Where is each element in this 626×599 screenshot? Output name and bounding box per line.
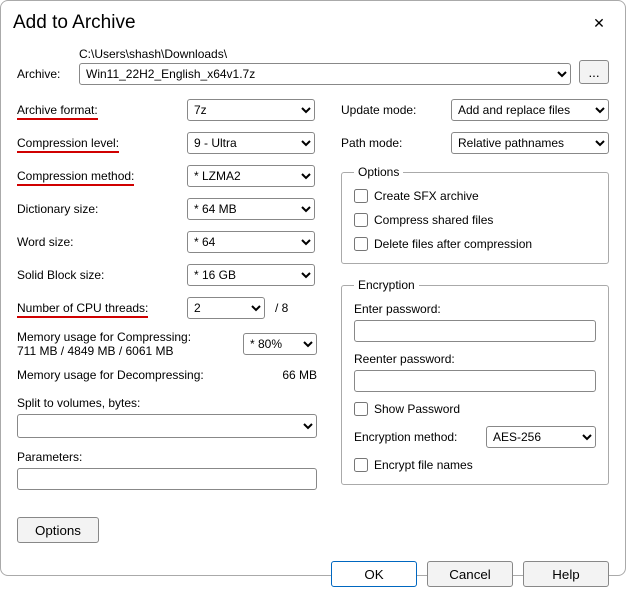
dictionary-size-label: Dictionary size: bbox=[17, 202, 187, 216]
archive-format-select[interactable]: 7z bbox=[187, 99, 315, 121]
compress-shared-checkbox[interactable] bbox=[354, 213, 368, 227]
compression-level-label: Compression level: bbox=[17, 136, 119, 153]
enter-password-label: Enter password: bbox=[354, 302, 596, 316]
encryption-legend: Encryption bbox=[354, 278, 419, 292]
update-mode-select[interactable]: Add and replace files bbox=[451, 99, 609, 121]
parameters-label: Parameters: bbox=[17, 450, 317, 464]
help-button[interactable]: Help bbox=[523, 561, 609, 587]
parameters-input[interactable] bbox=[17, 468, 317, 490]
options-legend: Options bbox=[354, 165, 403, 179]
options-group: Options Create SFX archive Compress shar… bbox=[341, 165, 609, 264]
split-volumes-combo[interactable] bbox=[17, 414, 317, 438]
encrypt-filenames-checkbox[interactable] bbox=[354, 458, 368, 472]
delete-after-checkbox[interactable] bbox=[354, 237, 368, 251]
show-password-label: Show Password bbox=[374, 402, 460, 416]
cpu-threads-select[interactable]: 2 bbox=[187, 297, 265, 319]
window-title: Add to Archive bbox=[13, 12, 136, 34]
path-mode-label: Path mode: bbox=[341, 136, 451, 150]
word-size-label: Word size: bbox=[17, 235, 187, 249]
solid-block-size-label: Solid Block size: bbox=[17, 268, 187, 282]
cpu-threads-label: Number of CPU threads: bbox=[17, 301, 148, 318]
archive-path: C:\Users\shash\Downloads\ bbox=[79, 47, 571, 61]
path-mode-select[interactable]: Relative pathnames bbox=[451, 132, 609, 154]
enter-password-input[interactable] bbox=[354, 320, 596, 342]
cpu-threads-max: / 8 bbox=[275, 301, 288, 315]
mem-compress-detail: 711 MB / 4849 MB / 6061 MB bbox=[17, 344, 243, 358]
encryption-method-label: Encryption method: bbox=[354, 430, 486, 444]
reenter-password-label: Reenter password: bbox=[354, 352, 596, 366]
solid-block-size-select[interactable]: * 16 GB bbox=[187, 264, 315, 286]
encryption-method-select[interactable]: AES-256 bbox=[486, 426, 596, 448]
options-button[interactable]: Options bbox=[17, 517, 99, 543]
mem-compress-label: Memory usage for Compressing: bbox=[17, 330, 243, 344]
update-mode-label: Update mode: bbox=[341, 103, 451, 117]
archive-filename-combo[interactable]: Win11_22H2_English_x64v1.7z bbox=[79, 63, 571, 85]
mem-compress-pct-select[interactable]: * 80% bbox=[243, 333, 317, 355]
sfx-checkbox[interactable] bbox=[354, 189, 368, 203]
archive-format-label: Archive format: bbox=[17, 103, 98, 120]
ok-button[interactable]: OK bbox=[331, 561, 417, 587]
show-password-checkbox[interactable] bbox=[354, 402, 368, 416]
archive-label: Archive: bbox=[17, 67, 71, 85]
encryption-group: Encryption Enter password: Reenter passw… bbox=[341, 278, 609, 485]
split-volumes-label: Split to volumes, bytes: bbox=[17, 396, 317, 410]
compression-level-select[interactable]: 9 - Ultra bbox=[187, 132, 315, 154]
mem-decompress-label: Memory usage for Decompressing: bbox=[17, 368, 267, 382]
reenter-password-input[interactable] bbox=[354, 370, 596, 392]
cancel-button[interactable]: Cancel bbox=[427, 561, 513, 587]
dictionary-size-select[interactable]: * 64 MB bbox=[187, 198, 315, 220]
delete-after-label: Delete files after compression bbox=[374, 237, 532, 251]
compression-method-label: Compression method: bbox=[17, 169, 134, 186]
close-icon[interactable]: ✕ bbox=[585, 9, 613, 37]
word-size-select[interactable]: * 64 bbox=[187, 231, 315, 253]
compress-shared-label: Compress shared files bbox=[374, 213, 493, 227]
browse-button[interactable]: ... bbox=[579, 60, 609, 84]
mem-decompress-value: 66 MB bbox=[267, 368, 317, 382]
compression-method-select[interactable]: * LZMA2 bbox=[187, 165, 315, 187]
encrypt-filenames-label: Encrypt file names bbox=[374, 458, 473, 472]
sfx-label: Create SFX archive bbox=[374, 189, 479, 203]
